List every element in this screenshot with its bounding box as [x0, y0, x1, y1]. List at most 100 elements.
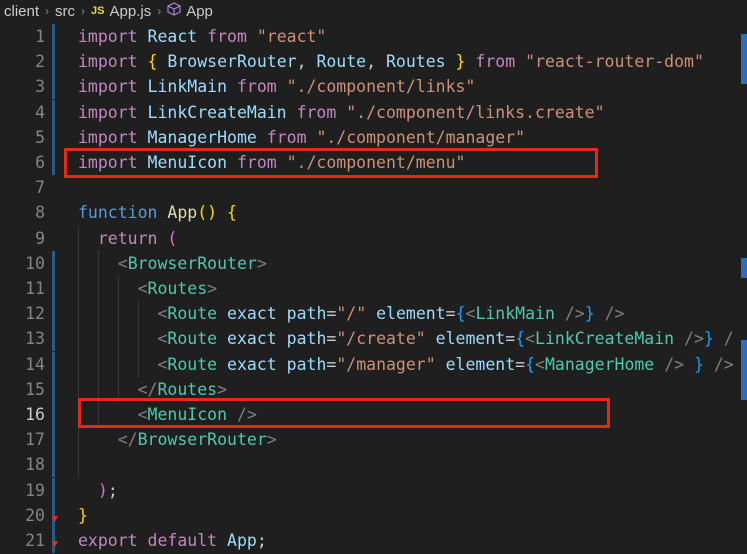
- code-line[interactable]: 14 <Route exact path="/manager" element=…: [0, 352, 747, 377]
- code-token: return: [97, 228, 168, 248]
- breadcrumb: client › src › JS App.js › App: [0, 0, 747, 22]
- code-text: );: [78, 478, 118, 503]
- code-line[interactable]: 3 import LinkMain from "./component/links…: [0, 74, 747, 99]
- breadcrumb-file[interactable]: App.js: [110, 3, 152, 20]
- code-line[interactable]: 20}: [0, 503, 747, 528]
- line-number: 7: [35, 178, 45, 198]
- line-number: 20: [25, 505, 45, 525]
- gutter-modified-marker: [52, 49, 55, 75]
- code-token: />: [664, 354, 694, 374]
- code-token: BrowserRouter: [167, 52, 297, 72]
- gutter-modified-marker: [52, 99, 55, 125]
- code-token: }: [78, 505, 88, 525]
- scrollbar-change-marker[interactable]: [741, 258, 747, 278]
- code-line[interactable]: 19 );: [0, 478, 747, 503]
- code-token: BrowserRouter: [137, 430, 267, 450]
- code-token: <: [535, 354, 545, 374]
- code-token: LinkCreateMain: [535, 329, 685, 349]
- line-number: 6: [35, 153, 45, 172]
- line-number: 10: [25, 253, 45, 273]
- code-line[interactable]: 18: [0, 452, 747, 477]
- indent-guide: [78, 225, 79, 478]
- code-token: {: [455, 304, 466, 324]
- gutter-modified-marker: [52, 301, 55, 327]
- gutter-modified-marker: [52, 376, 55, 402]
- code-line[interactable]: 10 <BrowserRouter>: [0, 251, 747, 276]
- code-token: "./component/links.create": [346, 102, 605, 122]
- code-line[interactable]: 21 export default App;: [0, 528, 747, 553]
- code-line[interactable]: 12 <Route exact path="/" element={<LinkM…: [0, 301, 747, 326]
- breadcrumb-symbol[interactable]: App: [186, 3, 213, 20]
- problem-marker-icon: [52, 541, 58, 547]
- code-token: Route: [316, 52, 367, 72]
- code-line[interactable]: 7: [0, 175, 747, 200]
- code-token: React: [147, 27, 208, 46]
- gutter-modified-marker: [52, 74, 55, 100]
- code-token: "react": [256, 27, 327, 46]
- line-number: 17: [25, 430, 45, 450]
- line-number: 11: [25, 279, 45, 298]
- code-text: <Route exact path="/" element={<LinkMain…: [78, 301, 624, 326]
- line-number: 18: [25, 455, 45, 475]
- annotation-highlight-box: [64, 148, 598, 178]
- breadcrumb-folder-src[interactable]: src: [55, 3, 75, 20]
- code-token: =: [445, 304, 456, 324]
- code-line[interactable]: 1 import React from "react": [0, 24, 747, 49]
- code-token: =: [326, 354, 337, 374]
- code-token: ;: [107, 480, 118, 500]
- code-token: import: [78, 102, 148, 122]
- scrollbar-change-marker[interactable]: [741, 34, 747, 84]
- code-token: exact: [227, 304, 287, 324]
- code-token: LinkMain: [147, 77, 237, 97]
- breadcrumb-folder-client[interactable]: client: [4, 3, 39, 20]
- code-token: }: [455, 52, 476, 72]
- code-token: exact: [227, 329, 287, 349]
- gutter-modified-marker: [52, 351, 55, 377]
- code-token: {: [515, 329, 526, 349]
- code-token: </: [117, 430, 138, 450]
- code-text: </BrowserRouter>: [78, 427, 277, 452]
- code-token: "/create": [336, 329, 436, 349]
- code-token: {: [147, 52, 168, 72]
- code-token: (: [167, 228, 178, 248]
- problem-marker-icon: [52, 516, 58, 522]
- code-line[interactable]: 2 import { BrowserRouter, Route, Routes }…: [0, 49, 747, 74]
- scrollbar-change-marker[interactable]: [741, 340, 747, 400]
- code-token: from: [266, 127, 317, 147]
- line-number: 19: [25, 480, 45, 500]
- code-token: Routes: [157, 379, 218, 399]
- annotation-highlight-box: [78, 398, 610, 428]
- code-token: import: [78, 52, 148, 72]
- code-text: <Route exact path="/create" element={<Li…: [78, 326, 733, 351]
- code-line[interactable]: 11 <Routes>: [0, 276, 747, 301]
- code-line[interactable]: 8 function App() {: [0, 200, 747, 225]
- code-line[interactable]: 5 import ManagerHome from "./component/ma…: [0, 125, 747, 150]
- code-line[interactable]: 4 import LinkCreateMain from "./component…: [0, 100, 747, 125]
- code-token: import: [78, 27, 148, 46]
- code-token: default: [147, 531, 228, 550]
- code-text: import LinkCreateMain from "./component/…: [78, 100, 605, 125]
- code-text: import LinkMain from "./component/links": [78, 74, 475, 99]
- code-token: "./component/manager": [316, 127, 526, 147]
- line-number: 8: [35, 203, 45, 223]
- chevron-right-icon: ›: [157, 4, 162, 18]
- javascript-file-icon: JS: [91, 5, 105, 17]
- code-editor[interactable]: 1 import React from "react" 2 import { Brow…: [0, 22, 747, 554]
- code-text: <BrowserRouter>: [78, 251, 267, 276]
- code-token: path: [286, 354, 327, 374]
- code-token: </: [137, 379, 158, 399]
- code-token: />: [564, 304, 585, 324]
- code-token: App: [227, 531, 257, 550]
- indent-guide: [118, 276, 119, 402]
- code-token: ,: [296, 52, 317, 72]
- code-token: Routes: [147, 279, 208, 298]
- code-line[interactable]: 13 <Route exact path="/create" element={…: [0, 326, 747, 351]
- code-token: =: [515, 354, 526, 374]
- code-token: ;: [256, 531, 267, 550]
- code-token: <: [157, 354, 168, 374]
- code-line[interactable]: 9 return (: [0, 226, 747, 251]
- code-line[interactable]: 17 </BrowserRouter>: [0, 427, 747, 452]
- code-text: import ManagerHome from "./component/man…: [78, 125, 525, 150]
